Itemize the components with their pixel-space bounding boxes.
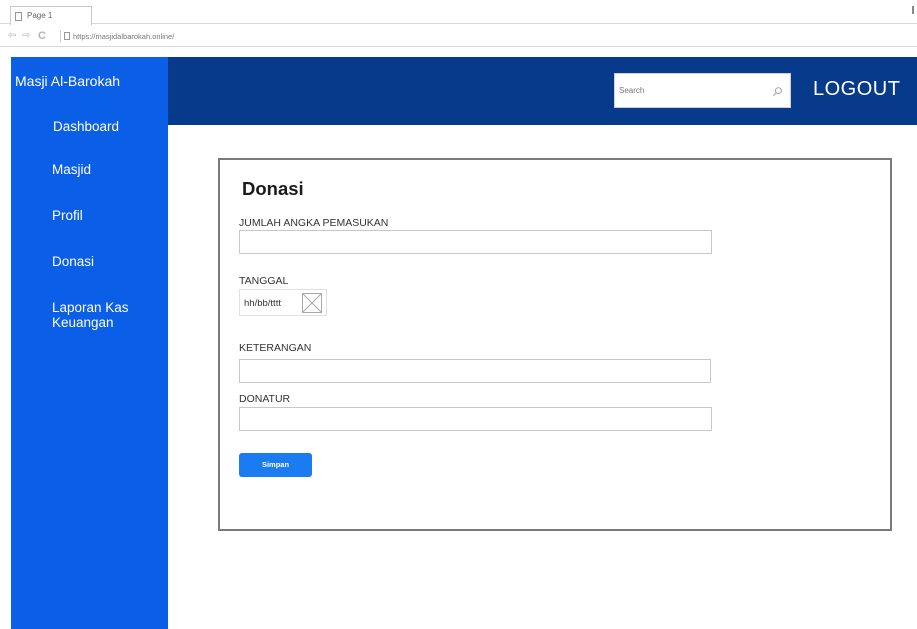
search-icon[interactable] <box>772 86 783 97</box>
browser-tab-strip: Page 1 <box>0 0 917 25</box>
forward-arrow-icon[interactable]: ⇨ <box>22 30 30 42</box>
page-title: Donasi <box>242 178 304 199</box>
reload-icon[interactable]: C <box>38 30 46 42</box>
donor-label: DONATUR <box>239 393 291 405</box>
calendar-placeholder-icon[interactable] <box>302 293 322 313</box>
sidebar-item-donasi[interactable]: Donasi <box>52 254 94 269</box>
date-label: TANGGAL <box>239 275 289 287</box>
description-label: KETERANGAN <box>239 342 312 354</box>
sidebar: Masji Al-Barokah Dashboard Masjid Profil… <box>11 57 168 629</box>
browser-address-bar: ⇦ ⇨ C https://masjidalbarokah.online/ <box>0 25 917 47</box>
browser-tab[interactable]: Page 1 <box>10 6 92 25</box>
window-edge-mark <box>912 6 914 14</box>
url-text: https://masjidalbarokah.online/ <box>73 32 175 41</box>
back-arrow-icon[interactable]: ⇦ <box>8 30 16 42</box>
brand-title: Masji Al-Barokah <box>15 73 121 89</box>
date-field[interactable]: hh/bb/tttt <box>239 289 327 316</box>
sidebar-item-dashboard[interactable]: Dashboard <box>53 119 119 134</box>
url-field[interactable]: https://masjidalbarokah.online/ <box>60 30 916 43</box>
sidebar-item-masjid[interactable]: Masjid <box>52 162 91 177</box>
sidebar-item-profil[interactable]: Profil <box>52 208 83 223</box>
date-value: hh/bb/tttt <box>244 298 281 309</box>
browser-tab-title: Page 1 <box>27 11 53 20</box>
search-box[interactable] <box>614 73 791 108</box>
save-button[interactable]: Simpan <box>239 453 312 477</box>
amount-label: JUMLAH ANGKA PEMASUKAN <box>239 217 389 229</box>
search-input[interactable] <box>615 74 765 107</box>
logout-button[interactable]: LOGOUT <box>813 78 900 101</box>
top-header: LOGOUT <box>168 57 917 125</box>
donor-input[interactable] <box>239 407 712 431</box>
page-icon <box>15 12 22 21</box>
donation-form-card: Donasi JUMLAH ANGKA PEMASUKAN TANGGAL hh… <box>218 158 892 531</box>
page-icon <box>64 32 70 40</box>
amount-input[interactable] <box>239 230 712 254</box>
description-input[interactable] <box>239 359 711 383</box>
sidebar-item-laporan-kas-keuangan[interactable]: Laporan Kas Keuangan <box>52 300 142 330</box>
